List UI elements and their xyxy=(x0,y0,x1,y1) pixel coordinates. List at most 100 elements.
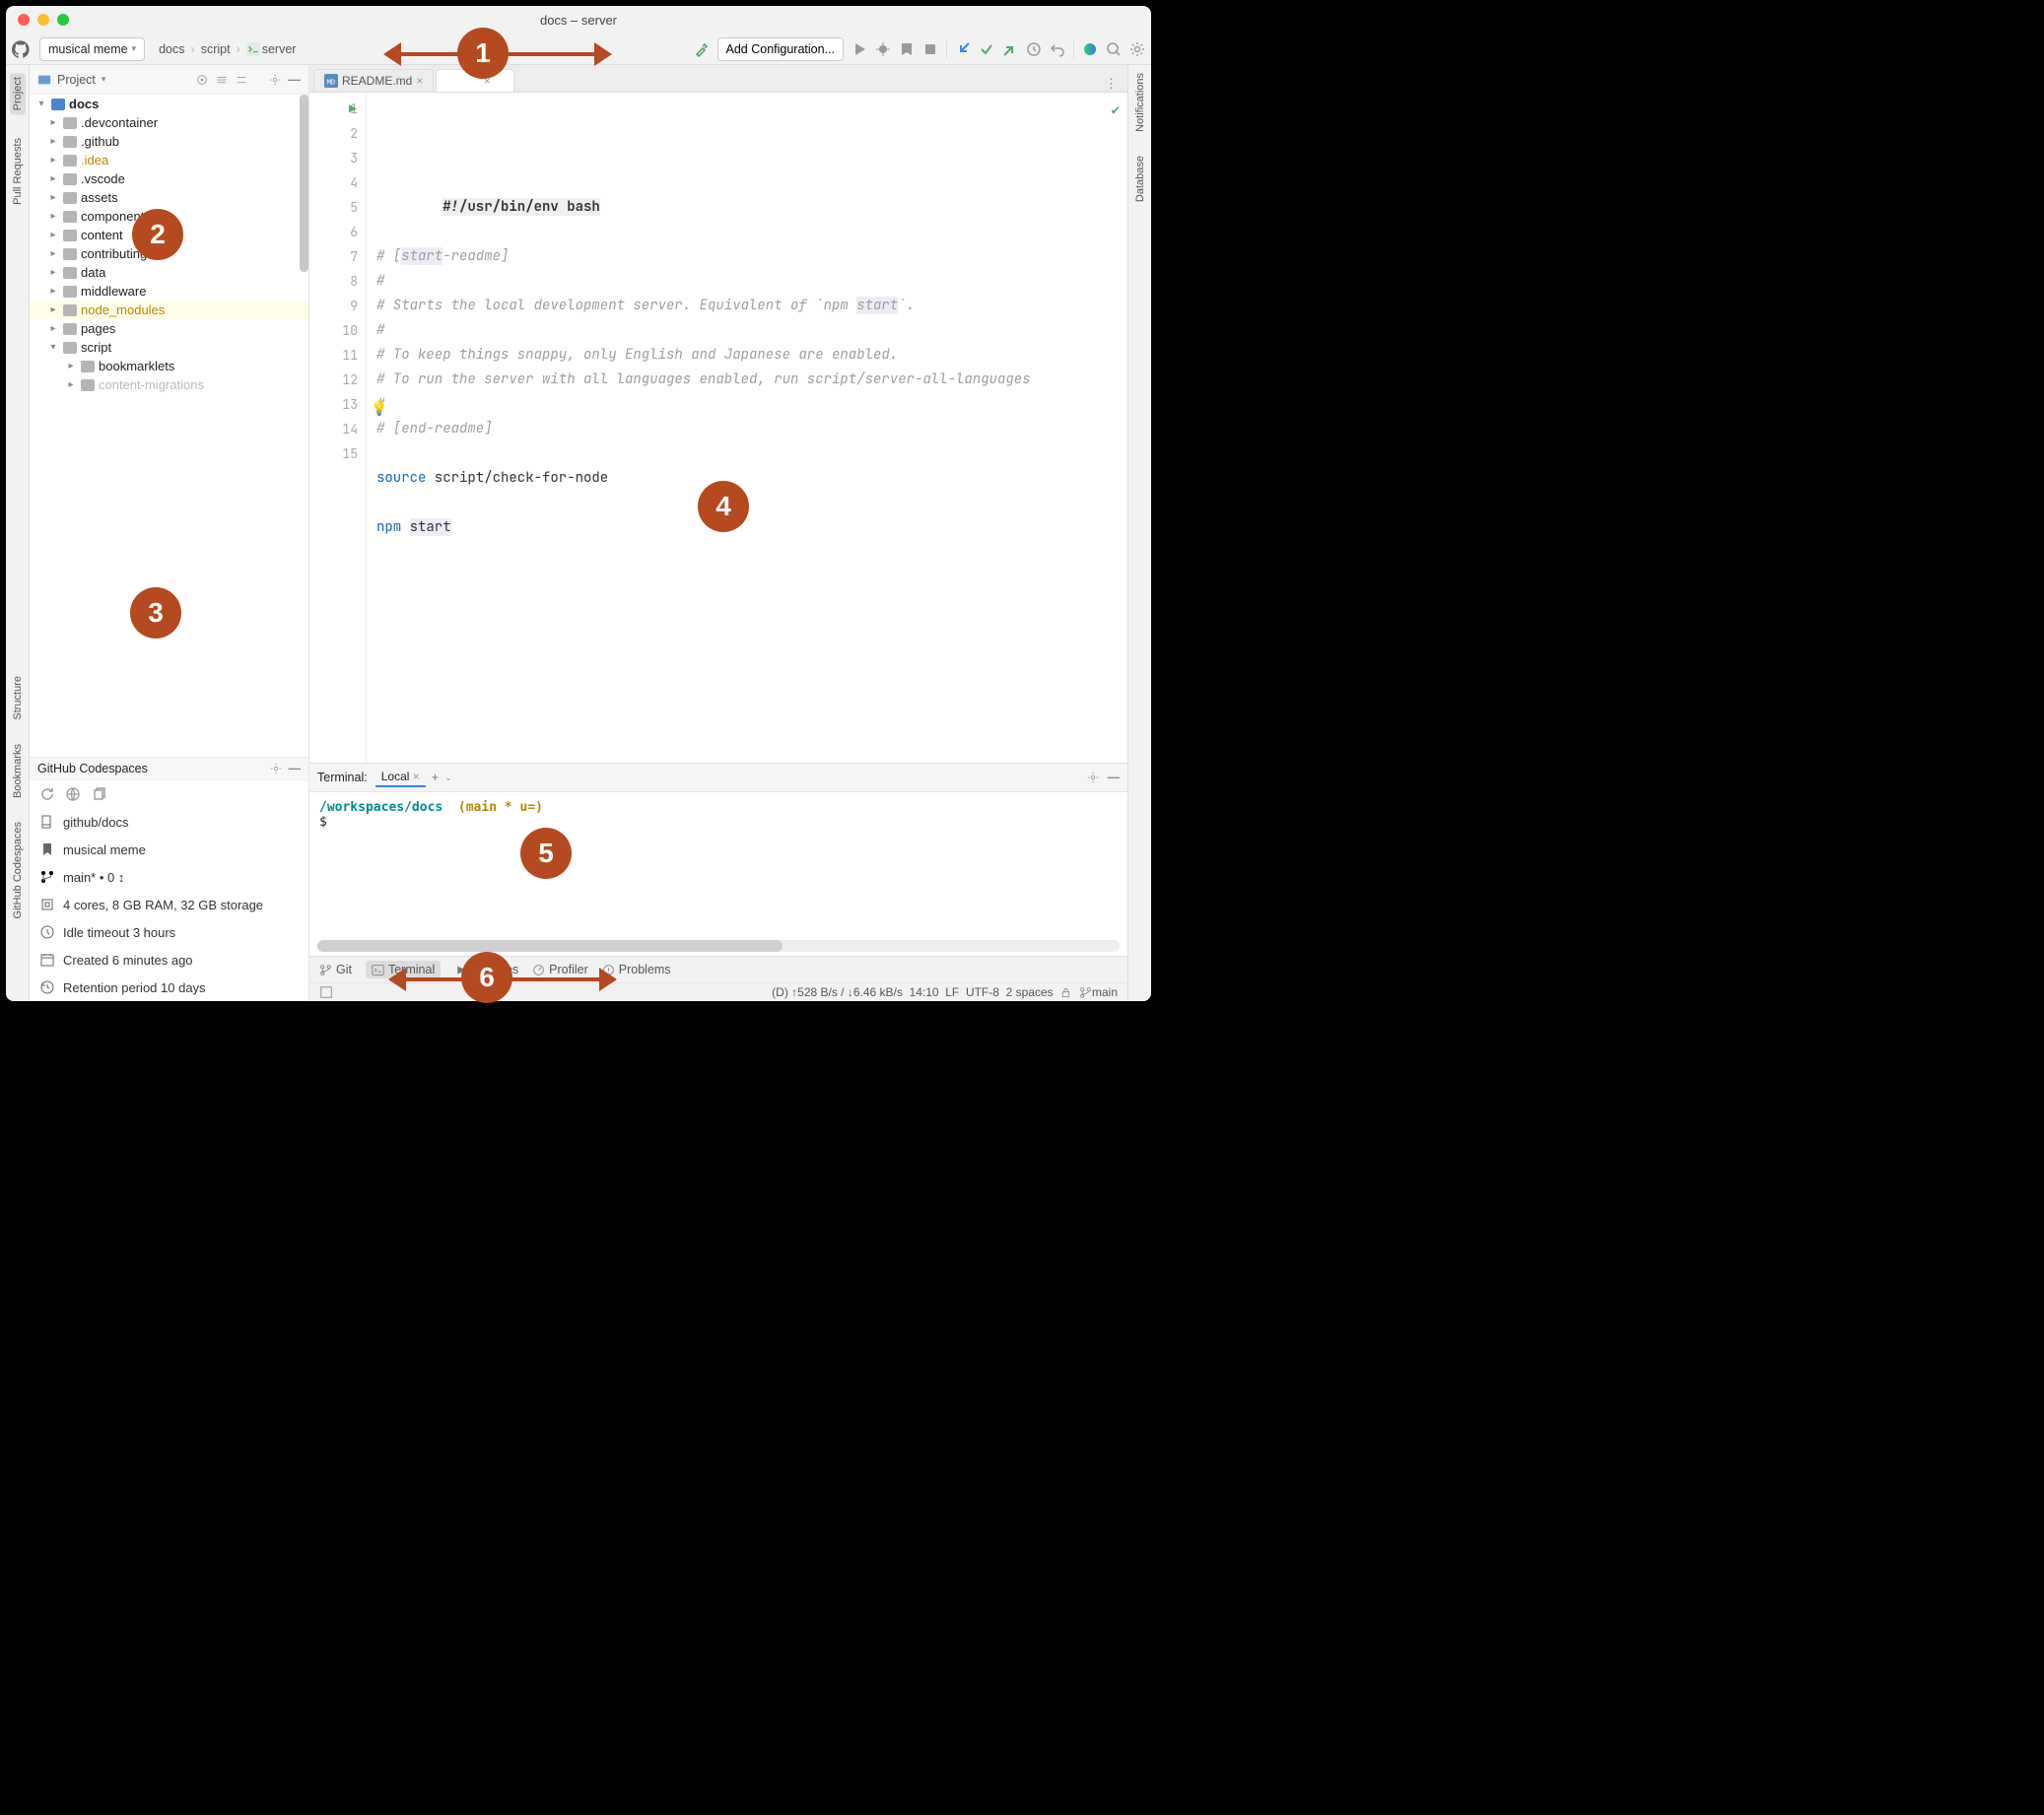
run-gutter-icon[interactable]: ▶ xyxy=(349,97,357,121)
codespace-info-row: Created 6 minutes ago xyxy=(30,946,308,974)
branch-icon xyxy=(39,869,55,885)
project-panel-header: Project ▾ — xyxy=(30,65,308,95)
panel-settings-icon[interactable] xyxy=(268,73,282,87)
tree-node[interactable]: ▸node_modules xyxy=(30,301,308,319)
tree-node[interactable]: ▸content-migrations xyxy=(30,375,308,394)
gutter-database[interactable]: Database xyxy=(1134,156,1146,202)
cpu-icon xyxy=(39,897,55,912)
add-configuration-button[interactable]: Add Configuration... xyxy=(717,37,845,61)
terminal-icon xyxy=(372,964,384,976)
history-icon xyxy=(39,979,55,995)
repo-icon xyxy=(39,814,55,830)
panel-minimize[interactable]: — xyxy=(288,72,301,87)
tree-node[interactable]: ▸data xyxy=(30,263,308,282)
new-terminal-tab[interactable]: + xyxy=(432,771,439,784)
callout-3: 3 xyxy=(130,587,181,639)
codespaces-settings-icon[interactable] xyxy=(269,762,283,775)
history-icon[interactable] xyxy=(1026,41,1042,57)
tree-node[interactable]: ▸.github xyxy=(30,132,308,151)
copy-icon[interactable] xyxy=(91,786,106,802)
status-bar: (D) ↑528 B/s / ↓6.46 kB/s 14:10 LF UTF-8… xyxy=(309,982,1127,1001)
editor[interactable]: 💡 ✔ #!/usr/bin/env bash # [start-readme]… xyxy=(367,93,1127,763)
tree-node[interactable]: ▾script xyxy=(30,338,308,357)
branch-icon xyxy=(319,964,332,976)
shell-file-icon xyxy=(246,42,260,56)
close-tab-icon[interactable]: × xyxy=(416,74,423,88)
left-tool-gutter: Project Pull Requests Structure Bookmark… xyxy=(6,65,30,1001)
inspection-ok-icon: ✔ xyxy=(1112,99,1120,123)
project-view-chevron[interactable]: ▾ xyxy=(102,74,106,85)
status-encoding[interactable]: UTF-8 xyxy=(966,985,999,999)
window-title: docs – server xyxy=(6,13,1151,28)
status-network[interactable]: (D) ↑528 B/s / ↓6.46 kB/s xyxy=(772,985,903,999)
status-caret-pos[interactable]: 14:10 xyxy=(910,985,939,999)
gutter-pull-requests[interactable]: Pull Requests xyxy=(12,138,24,205)
codespace-info-row: 4 cores, 8 GB RAM, 32 GB storage xyxy=(30,891,308,918)
tab-readme[interactable]: MD README.md × xyxy=(313,69,434,92)
terminal-tab-dropdown[interactable]: ⌄ xyxy=(444,773,452,783)
debug-icon[interactable] xyxy=(875,41,891,57)
status-tool-icon[interactable] xyxy=(319,985,333,999)
codespace-info-row: Retention period 10 days xyxy=(30,974,308,1001)
undo-icon[interactable] xyxy=(1050,41,1065,57)
callout-5: 5 xyxy=(520,828,572,879)
tree-node[interactable]: ▸middleware xyxy=(30,282,308,301)
search-icon[interactable] xyxy=(1106,41,1122,57)
right-tool-gutter: Notifications Database xyxy=(1127,65,1151,1001)
clock-icon xyxy=(39,924,55,940)
tree-node[interactable]: ▸assets xyxy=(30,188,308,207)
codespace-info-row: github/docs xyxy=(30,808,308,836)
callout-6: 6 xyxy=(461,952,512,1003)
ai-icon[interactable] xyxy=(1082,41,1098,57)
commit-icon[interactable] xyxy=(979,41,994,57)
coverage-icon[interactable] xyxy=(899,41,915,57)
tree-node[interactable]: ▸.devcontainer xyxy=(30,113,308,132)
gutter-bookmarks[interactable]: Bookmarks xyxy=(12,744,24,798)
gutter-project[interactable]: Project xyxy=(10,73,26,114)
locate-icon[interactable] xyxy=(195,73,209,87)
gutter-structure[interactable]: Structure xyxy=(12,676,24,720)
codespace-info-row: main* • 0 ↕ xyxy=(30,863,308,891)
breadcrumbs[interactable]: docs› script› server xyxy=(159,42,296,56)
tree-node[interactable]: ▾docs xyxy=(30,95,308,113)
tree-node[interactable]: ▸bookmarklets xyxy=(30,357,308,375)
run-icon[interactable] xyxy=(852,41,867,57)
lock-icon[interactable] xyxy=(1059,986,1072,999)
codespace-chip[interactable]: musical meme▾ xyxy=(39,37,145,61)
intention-bulb-icon[interactable]: 💡 xyxy=(371,397,387,422)
close-terminal-tab[interactable]: × xyxy=(413,770,420,783)
terminal-minimize[interactable]: — xyxy=(1108,771,1121,784)
tree-node[interactable]: ▸.idea xyxy=(30,151,308,169)
globe-icon[interactable] xyxy=(65,786,81,802)
codespaces-minimize[interactable]: — xyxy=(289,762,302,775)
hammer-icon[interactable] xyxy=(694,41,710,57)
gutter-codespaces[interactable]: GitHub Codespaces xyxy=(12,822,24,918)
push-icon[interactable] xyxy=(1002,41,1018,57)
gutter-notifications[interactable]: Notifications xyxy=(1134,73,1146,132)
markdown-file-icon: MD xyxy=(324,74,338,88)
calendar-icon xyxy=(39,952,55,968)
settings-icon[interactable] xyxy=(1129,41,1145,57)
titlebar: docs – server xyxy=(6,6,1151,34)
stop-icon[interactable] xyxy=(922,41,938,57)
tool-profiler[interactable]: Profiler xyxy=(532,963,588,976)
tool-git[interactable]: Git xyxy=(319,963,352,976)
terminal-tab-local[interactable]: Local × xyxy=(375,768,426,787)
tabs-more[interactable]: ⋮ xyxy=(1095,76,1127,92)
pull-icon[interactable] xyxy=(955,41,971,57)
codespace-info-row: musical meme xyxy=(30,836,308,863)
expand-all-icon[interactable] xyxy=(215,73,229,87)
line-gutter: ▶ 123456789101112131415 xyxy=(309,93,367,763)
terminal-settings-icon[interactable] xyxy=(1086,771,1100,784)
collapse-all-icon[interactable] xyxy=(235,73,248,87)
tree-node[interactable]: ▸.vscode xyxy=(30,169,308,188)
status-branch[interactable]: main xyxy=(1092,985,1118,999)
tree-node[interactable]: ▸pages xyxy=(30,319,308,338)
refresh-icon[interactable] xyxy=(39,786,55,802)
project-tree[interactable]: ▾docs▸.devcontainer▸.github▸.idea▸.vscod… xyxy=(30,95,308,757)
status-line-sep[interactable]: LF xyxy=(945,985,959,999)
terminal[interactable]: /workspaces/docs (main * u=) $ xyxy=(309,792,1127,940)
status-indent[interactable]: 2 spaces xyxy=(1006,985,1054,999)
tree-scrollbar[interactable] xyxy=(300,95,308,272)
horizontal-scrollbar[interactable] xyxy=(317,940,1120,952)
